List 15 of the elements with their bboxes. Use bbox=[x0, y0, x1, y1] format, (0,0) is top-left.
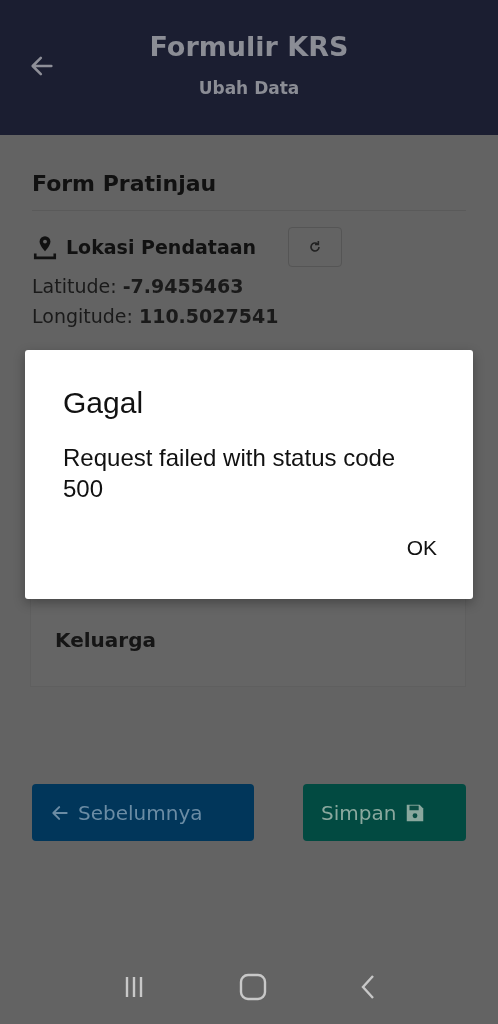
page-title: Formulir KRS bbox=[148, 31, 350, 62]
save-button[interactable]: Simpan bbox=[303, 784, 466, 841]
previous-button[interactable]: Sebelumnya bbox=[32, 784, 254, 841]
coordinate-text: Longitude: 110.5027541 bbox=[32, 305, 280, 327]
coordinate-text: Latitude: -7.9455463 bbox=[32, 275, 245, 297]
section-title: Keluarga bbox=[55, 628, 156, 652]
form-title: Form Pratinjau bbox=[32, 171, 466, 211]
location-pin-icon bbox=[32, 234, 58, 260]
page-subtitle: Ubah Data bbox=[197, 78, 301, 98]
dialog-title: Gagal bbox=[63, 386, 145, 420]
ok-button[interactable]: OK bbox=[392, 530, 451, 567]
location-label: Lokasi Pendataan bbox=[66, 236, 257, 258]
dialog-message: Request failed with status code 500 bbox=[63, 443, 397, 505]
home-icon[interactable] bbox=[238, 972, 268, 1002]
section-card[interactable]: Keluarga bbox=[30, 597, 466, 687]
